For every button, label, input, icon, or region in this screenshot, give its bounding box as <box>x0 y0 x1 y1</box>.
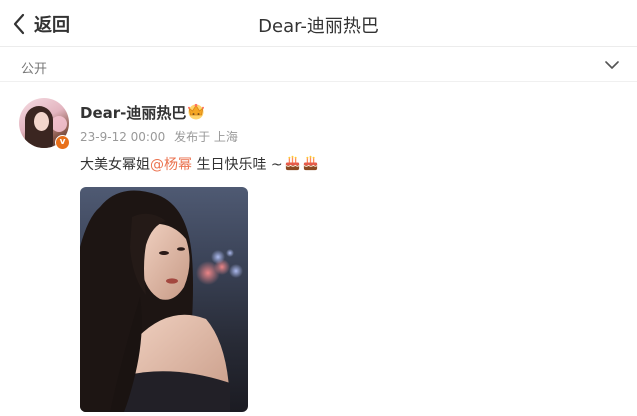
avatar-flower <box>51 116 67 132</box>
verified-badge: v <box>55 135 70 150</box>
cake-emoji-icon <box>303 155 318 171</box>
post-photo[interactable] <box>80 187 248 412</box>
visibility-label: 公开 <box>21 62 48 77</box>
post-text-before: 大美女幂姐 <box>80 157 150 173</box>
post-text: 大美女幂姐@杨幂 生日快乐哇 ~ <box>80 155 319 175</box>
post-text-after: 生日快乐哇 ~ <box>192 157 283 173</box>
portrait-image <box>80 190 243 412</box>
top-nav-bar: 返回 Dear-迪丽热巴 <box>0 0 637 47</box>
cake-emoji-icon <box>285 155 300 171</box>
page-title: Dear-迪丽热巴 <box>258 16 379 37</box>
crown-icon <box>188 103 204 120</box>
post-location: 发布于 上海 <box>174 130 238 144</box>
post-date: 23-9-12 00:00 <box>80 130 166 144</box>
mention-link[interactable]: @杨幂 <box>150 157 192 173</box>
avatar-face <box>34 112 49 131</box>
visibility-selector[interactable]: 公开 <box>0 48 637 82</box>
post-card: v Dear-迪丽热巴 23-9-12 00:00 发布于 上海 大美女幂姐@杨… <box>0 82 637 416</box>
post-username[interactable]: Dear-迪丽热巴 <box>80 102 186 123</box>
chevron-down-icon <box>605 61 619 69</box>
post-meta: 23-9-12 00:00 发布于 上海 <box>80 128 238 145</box>
